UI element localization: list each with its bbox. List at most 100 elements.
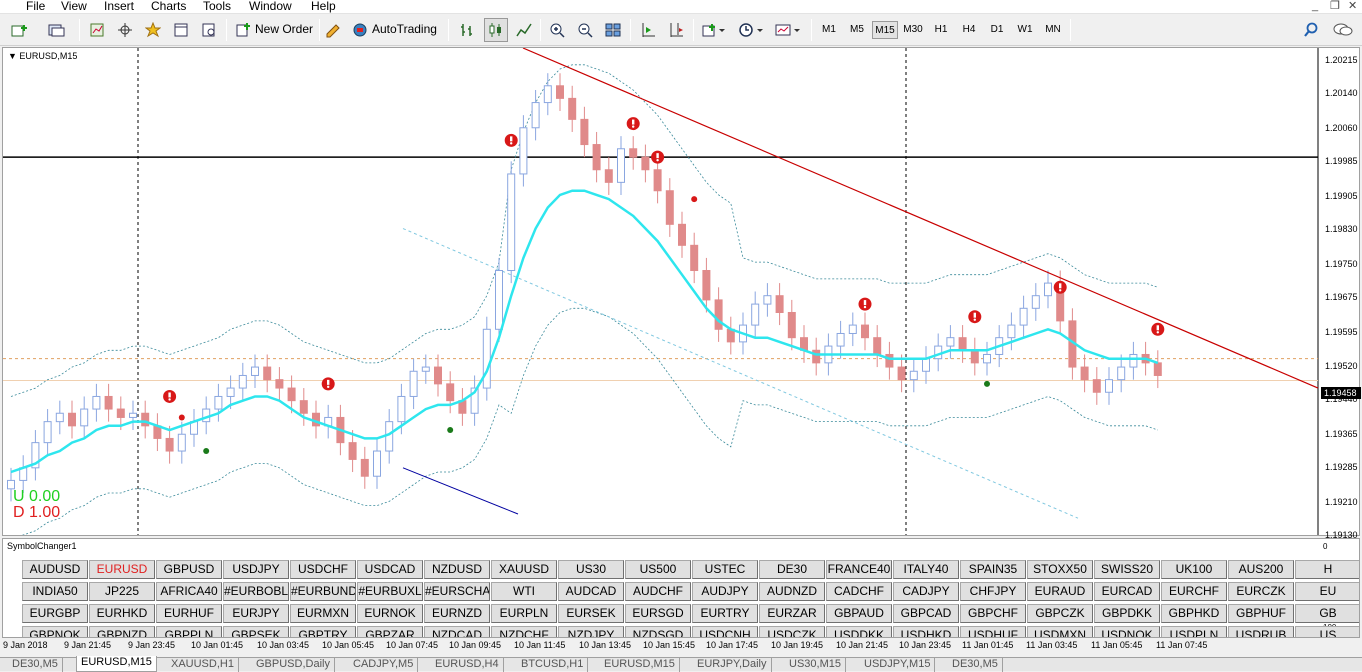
symbol-button-eurnzd[interactable]: EURNZD (424, 604, 490, 623)
autotrading-button[interactable]: AutoTrading (372, 22, 437, 36)
symbol-button-us30[interactable]: US30 (558, 560, 624, 579)
menu-file[interactable]: File (26, 0, 45, 13)
menu-view[interactable]: View (61, 0, 87, 13)
symbol-button-usdcnh[interactable]: USDCNH (692, 626, 758, 637)
symbol-button-india50[interactable]: INDIA50 (22, 582, 88, 601)
timeframe-h4[interactable]: H4 (956, 21, 982, 39)
symbol-button-usdczk[interactable]: USDCZK (759, 626, 825, 637)
symbol-button-eurbund[interactable]: #EURBUND (290, 582, 356, 601)
chart-tab-active[interactable]: EURUSD,M15 (76, 656, 157, 672)
symbol-button-eu[interactable]: EU (1295, 582, 1359, 601)
symbol-button-eurcad[interactable]: EURCAD (1094, 582, 1160, 601)
price-chart[interactable]: ▼ EURUSD,M15 1.20215 1.20140 1.20060 1.1… (2, 47, 1361, 540)
chart-menu-arrow-icon[interactable]: ▼ (8, 51, 19, 61)
symbol-button-gbphkd[interactable]: GBPHKD (1161, 604, 1227, 623)
symbol-button-wti[interactable]: WTI (491, 582, 557, 601)
chat-icon[interactable] (1330, 18, 1356, 42)
symbol-button-gbpzar[interactable]: GBPZAR (357, 626, 423, 637)
symbol-button-usdjpy[interactable]: USDJPY (223, 560, 289, 579)
symbol-button-audchf[interactable]: AUDCHF (625, 582, 691, 601)
timeframe-h1[interactable]: H1 (928, 21, 954, 39)
timeframe-w1[interactable]: W1 (1012, 21, 1038, 39)
symbol-button-gbpchf[interactable]: GBPCHF (960, 604, 1026, 623)
symbol-button-gb[interactable]: GB (1295, 604, 1359, 623)
line-chart-icon[interactable] (512, 18, 536, 42)
metaeditor-icon[interactable] (324, 18, 342, 42)
menu-window[interactable]: Window (249, 0, 292, 13)
new-order-icon[interactable] (234, 18, 252, 42)
new-order-button[interactable]: New Order (255, 22, 313, 36)
tile-windows-icon[interactable] (602, 18, 624, 42)
timeframe-m30[interactable]: M30 (900, 21, 926, 39)
symbol-button-jp225[interactable]: JP225 (89, 582, 155, 601)
chart-tab[interactable]: DE30,M5 (8, 658, 63, 672)
periods-icon[interactable] (735, 18, 767, 42)
templates-icon[interactable] (771, 18, 805, 42)
symbol-button-eurhuf[interactable]: EURHUF (156, 604, 222, 623)
navigator-icon[interactable] (170, 18, 192, 42)
symbol-button-gbptry[interactable]: GBPTRY (290, 626, 356, 637)
symbol-button-eursgd[interactable]: EURSGD (625, 604, 691, 623)
symbol-button-usdnok[interactable]: USDNOK (1094, 626, 1160, 637)
symbol-button-gbpnok[interactable]: GBPNOK (22, 626, 88, 637)
symbol-button-usddkk[interactable]: USDDKK (826, 626, 892, 637)
symbol-button-nzdchf[interactable]: NZDCHF (491, 626, 557, 637)
symbol-button-usdhkd[interactable]: USDHKD (893, 626, 959, 637)
symbol-button-usdrub[interactable]: USDRUB (1228, 626, 1294, 637)
symbol-button-gbpaud[interactable]: GBPAUD (826, 604, 892, 623)
autotrading-icon[interactable] (350, 18, 370, 42)
symbol-button-eurbuxl[interactable]: #EURBUXL (357, 582, 423, 601)
symbol-button-de30[interactable]: DE30 (759, 560, 825, 579)
symbol-button-usdcad[interactable]: USDCAD (357, 560, 423, 579)
symbol-button-audnzd[interactable]: AUDNZD (759, 582, 825, 601)
menu-tools[interactable]: Tools (203, 0, 231, 13)
zoom-out-icon[interactable] (574, 18, 596, 42)
indicators-icon[interactable] (699, 18, 729, 42)
symbol-button-chfjpy[interactable]: CHFJPY (960, 582, 1026, 601)
symbol-button-eurnok[interactable]: EURNOK (357, 604, 423, 623)
symbol-button-gbpdkk[interactable]: GBPDKK (1094, 604, 1160, 623)
symbol-button-eurtry[interactable]: EURTRY (692, 604, 758, 623)
close-button[interactable]: ✕ (1348, 0, 1357, 12)
symbol-button-nzdusd[interactable]: NZDUSD (424, 560, 490, 579)
symbol-button-eurpln[interactable]: EURPLN (491, 604, 557, 623)
data-window-icon[interactable] (198, 18, 220, 42)
symbol-button-nzdsgd[interactable]: NZDSGD (625, 626, 691, 637)
market-watch-icon[interactable] (86, 18, 108, 42)
symbol-button-eurusd[interactable]: EURUSD (89, 560, 155, 579)
timeframe-m15[interactable]: M15 (872, 21, 898, 39)
symbol-button-gbpnzd[interactable]: GBPNZD (89, 626, 155, 637)
chart-tab[interactable]: EURJPY,Daily (693, 658, 772, 672)
symbol-button-eurhkd[interactable]: EURHKD (89, 604, 155, 623)
symbol-button-cadjpy[interactable]: CADJPY (893, 582, 959, 601)
chart-tab[interactable]: DE30,M5 (948, 658, 1003, 672)
symbol-button-eurgbp[interactable]: EURGBP (22, 604, 88, 623)
timeframe-mn[interactable]: MN (1040, 21, 1066, 39)
chart-tab[interactable]: BTCUSD,H1 (517, 658, 589, 672)
search-icon[interactable] (1300, 18, 1322, 42)
profiles-icon[interactable] (42, 18, 72, 42)
autoscroll-icon[interactable] (637, 18, 659, 42)
symbol-button-eurzar[interactable]: EURZAR (759, 604, 825, 623)
symbol-button-eursek[interactable]: EURSEK (558, 604, 624, 623)
symbol-button-gbpsek[interactable]: GBPSEK (223, 626, 289, 637)
symbol-button-usdmxn[interactable]: USDMXN (1027, 626, 1093, 637)
symbol-button-france40[interactable]: FRANCE40 (826, 560, 892, 579)
symbol-button-euraud[interactable]: EURAUD (1027, 582, 1093, 601)
bar-chart-icon[interactable] (456, 18, 480, 42)
symbol-button-cadchf[interactable]: CADCHF (826, 582, 892, 601)
menu-charts[interactable]: Charts (151, 0, 186, 13)
symbol-button-eurczk[interactable]: EURCZK (1228, 582, 1294, 601)
symbol-button-us[interactable]: US (1295, 626, 1359, 637)
restore-button[interactable]: ❐ (1330, 0, 1340, 12)
chart-tab[interactable]: US30,M15 (785, 658, 846, 672)
symbol-button-spain35[interactable]: SPAIN35 (960, 560, 1026, 579)
candlestick-chart-icon[interactable] (484, 18, 508, 42)
timeframe-d1[interactable]: D1 (984, 21, 1010, 39)
chart-tab[interactable]: GBPUSD,Daily (252, 658, 335, 672)
symbol-button-us500[interactable]: US500 (625, 560, 691, 579)
symbol-button-usdpln[interactable]: USDPLN (1161, 626, 1227, 637)
timeframe-m1[interactable]: M1 (816, 21, 842, 39)
symbol-button-audusd[interactable]: AUDUSD (22, 560, 88, 579)
menu-insert[interactable]: Insert (104, 0, 134, 13)
